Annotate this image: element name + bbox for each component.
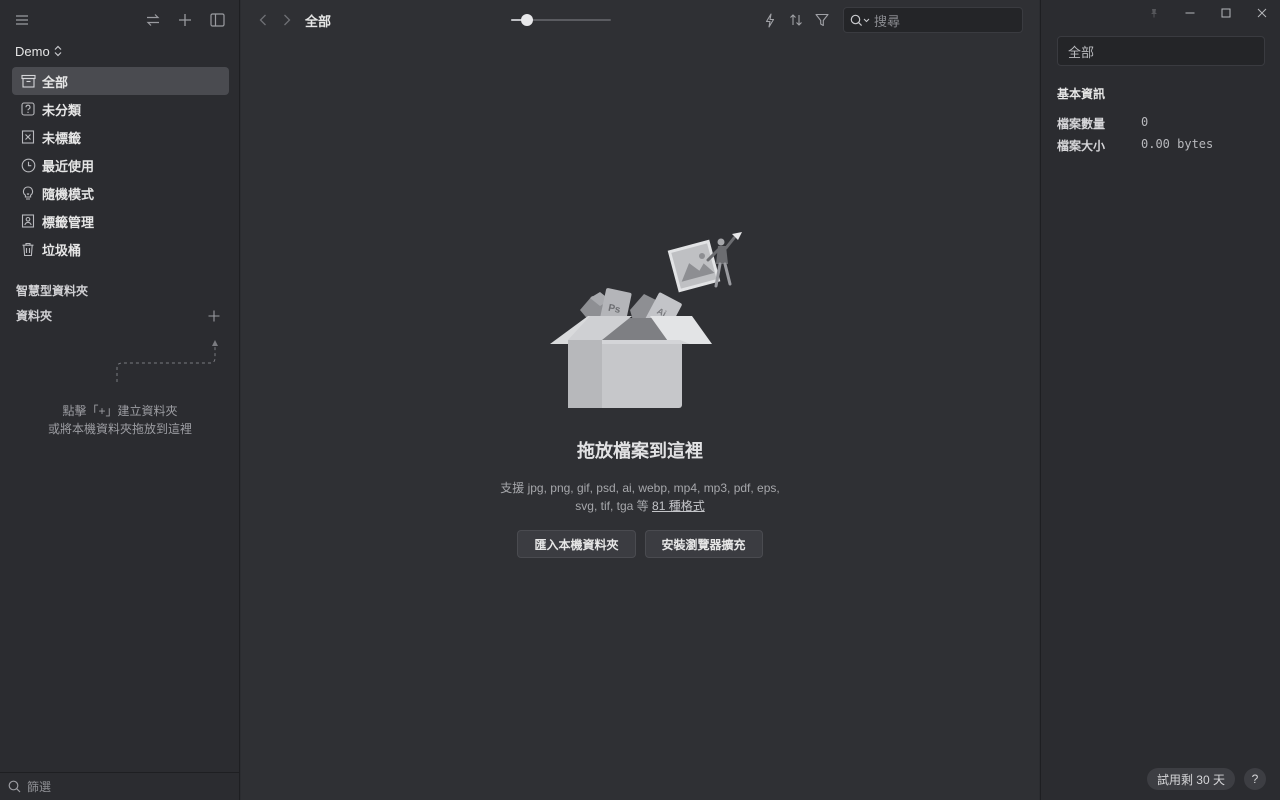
pin-icon[interactable] [1136,0,1172,26]
file-size-label: 檔案大小 [1057,139,1106,153]
app-window: Demo 全部 未分類 未標籤 最近使用 隨機模式 標籤管理 垃圾桶 智慧型資料… [0,0,1280,800]
sidebar-item-label: 最近使用 [42,158,95,174]
search-placeholder: 搜尋 [874,13,901,29]
formats-line2: svg, tif, tga 等 81 種格式 [241,497,1039,515]
sidebar-item-recent[interactable]: 最近使用 [12,151,229,179]
close-icon[interactable] [1244,0,1280,26]
page-title: 全部 [305,13,332,29]
sidebar-item-label: 未分類 [42,102,82,118]
file-size-value: 0.00 bytes [1141,137,1214,151]
sidebar-item-uncategorized[interactable]: 未分類 [12,95,229,123]
smart-folders-header[interactable]: 智慧型資料夾 [0,278,239,303]
file-count-label: 檔案數量 [1057,117,1106,131]
folders-header: 資料夾 [0,303,239,328]
untagged-icon [20,129,36,145]
clock-icon [20,157,36,173]
folder-hint-line1: 點擊「+」建立資料夾 [62,404,178,418]
empty-title: 拖放檔案到這裡 [577,441,703,461]
library-name: Demo [15,43,50,59]
lightning-icon[interactable] [757,8,783,32]
tag-manage-icon [20,213,36,229]
formats-line1: 支援 jpg, png, gif, psd, ai, webp, mp4, mp… [500,481,780,495]
library-switcher[interactable]: Demo [0,40,239,62]
toolbar-actions: 搜尋 [757,7,1023,33]
filter-placeholder: 篩選 [27,780,52,794]
sidebar-item-label: 標籤管理 [42,214,95,230]
sidebar-toolbar [0,0,239,40]
swap-library-icon[interactable] [141,8,165,32]
smart-folders-label: 智慧型資料夾 [16,284,89,298]
maximize-icon[interactable] [1208,0,1244,26]
back-icon[interactable] [251,8,275,32]
sort-icon[interactable] [783,8,809,32]
trial-badge[interactable]: 試用剩 30 天 [1146,768,1235,790]
empty-state: Ps Ai 拖放檔案到這裡 支援 jpg, png, gif, psd, ai,… [241,230,1039,558]
sidebar-item-label: 隨機模式 [42,186,95,202]
archive-icon [20,73,36,89]
formats-count-link[interactable]: 81 種格式 [652,499,705,513]
name-value: 全部 [1068,44,1095,60]
file-size-row: 檔案大小 0.00 bytes [1057,137,1213,154]
filter-icon[interactable] [809,8,835,32]
chevron-updown-icon [54,45,62,57]
filter-field[interactable]: 篩選 [0,772,240,800]
sidebar-item-random[interactable]: 隨機模式 [12,179,229,207]
file-count-row: 檔案數量 0 [1057,115,1148,132]
dashed-arrow-icon [116,340,218,382]
help-button[interactable]: ? [1244,768,1266,790]
slider-thumb[interactable] [521,14,533,26]
folder-hint-line2: 或將本機資料夾拖放到這裡 [47,422,192,436]
forward-icon[interactable] [275,8,299,32]
sidebar-item-tag-manager[interactable]: 標籤管理 [12,207,229,235]
thumbnail-size-slider[interactable] [511,14,611,26]
history-nav [251,8,299,32]
folder-hint: 點擊「+」建立資料夾 或將本機資料夾拖放到這裡 [0,336,240,436]
file-count-value: 0 [1141,115,1149,129]
toggle-sidebar-icon[interactable] [205,8,229,32]
search-icon [8,780,21,793]
add-icon[interactable] [173,8,197,32]
empty-box-illustration-icon: Ps Ai [550,232,742,408]
main-toolbar: 全部 搜尋 [241,0,1039,40]
add-folder-icon[interactable] [205,307,223,325]
supported-formats-text: 支援 jpg, png, gif, psd, ai, webp, mp4, mp… [241,479,1039,515]
question-box-icon [20,101,36,117]
sidebar-nav: 全部 未分類 未標籤 最近使用 隨機模式 標籤管理 垃圾桶 [0,67,239,263]
install-extension-button[interactable]: 安裝瀏覽器擴充 [644,530,763,558]
inspector-panel: 全部 基本資訊 檔案數量 0 檔案大小 0.00 bytes 試用剩 30 天 … [1040,0,1280,800]
folders-label: 資料夾 [16,309,53,323]
lightbulb-icon [20,185,36,201]
formats-line2-prefix: svg, tif, tga 等 [575,499,649,513]
sidebar-item-all[interactable]: 全部 [12,67,229,95]
minimize-icon[interactable] [1172,0,1208,26]
empty-actions: 匯入本機資料夾 安裝瀏覽器擴充 [241,530,1039,558]
trash-icon [20,241,36,257]
sidebar-item-untagged[interactable]: 未標籤 [12,123,229,151]
sidebar-item-label: 垃圾桶 [42,242,82,258]
sidebar-item-trash[interactable]: 垃圾桶 [12,235,229,263]
basic-info-title: 基本資訊 [1057,87,1106,101]
main-content: 全部 搜尋 Ps Ai 拖放檔案到這裡 支援 jpg, png, gif, ps… [241,0,1039,800]
search-input[interactable]: 搜尋 [843,7,1023,33]
import-folder-button[interactable]: 匯入本機資料夾 [517,530,636,558]
sidebar: Demo 全部 未分類 未標籤 最近使用 隨機模式 標籤管理 垃圾桶 智慧型資料… [0,0,240,800]
folder-hint-text: 點擊「+」建立資料夾 或將本機資料夾拖放到這裡 [0,402,240,438]
sidebar-item-label: 全部 [42,74,69,90]
menu-icon[interactable] [10,8,34,32]
search-icon [850,14,870,27]
name-field[interactable]: 全部 [1057,36,1265,66]
window-controls [1136,0,1280,26]
sidebar-item-label: 未標籤 [42,130,82,146]
